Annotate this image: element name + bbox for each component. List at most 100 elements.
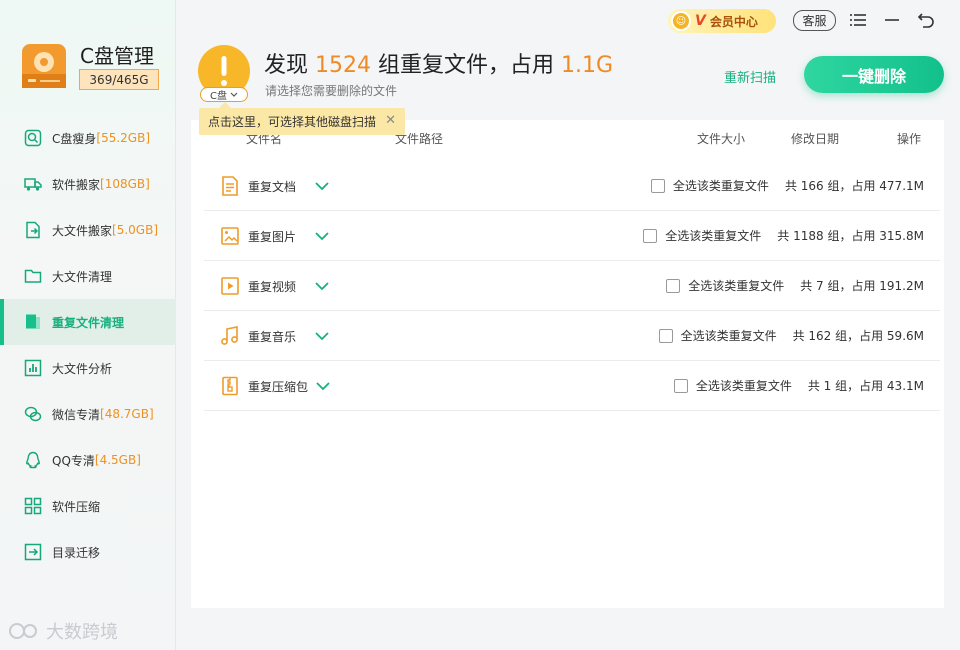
row-actions: 全选该类重复文件 共 1 组，占用 43.1M <box>673 377 924 394</box>
chevron-down-icon[interactable] <box>314 328 330 344</box>
sidebar-item-bigfile-clean[interactable]: 大文件清理 <box>0 253 176 299</box>
vip-v-mark: V <box>695 13 706 29</box>
zip-icon <box>222 376 238 396</box>
chart-icon <box>24 359 42 377</box>
file-move-icon <box>26 221 40 239</box>
compress-icon <box>24 497 42 515</box>
sidebar-item-size: [4.5GB] <box>94 453 141 467</box>
chevron-down-icon[interactable] <box>314 278 330 294</box>
column-header-action: 操作 <box>897 132 922 146</box>
select-all-checkbox[interactable] <box>673 378 688 393</box>
customer-service-button[interactable]: 客服 <box>793 10 836 31</box>
sidebar-item-wechat[interactable]: 微信专清 [48.7GB] <box>0 391 176 437</box>
sidebar-item-label: 大文件分析 <box>52 361 113 376</box>
table-row[interactable]: 重复视频 全选该类重复文件 共 7 组，占用 191.2M <box>204 261 940 311</box>
sidebar-item-bigfile-move[interactable]: 大文件搬家 [5.0GB] <box>0 207 176 253</box>
row-actions: 全选该类重复文件 共 166 组，占用 477.1M <box>650 177 924 194</box>
drive-tip-tooltip: 点击这里，可选择其他磁盘扫描 ✕ <box>199 102 405 135</box>
select-all-checkbox[interactable] <box>643 228 658 243</box>
sidebar-item-size: [108GB] <box>100 177 150 191</box>
sidebar-item-label: 目录迁移 <box>52 545 101 560</box>
tooltip-text: 点击这里，可选择其他磁盘扫描 <box>208 115 377 129</box>
chevron-down-icon[interactable] <box>314 178 330 194</box>
table-row[interactable]: 重复压缩包 全选该类重复文件 共 1 组，占用 43.1M <box>204 361 940 411</box>
sidebar-item-software-move[interactable]: 软件搬家 [108GB] <box>0 161 176 207</box>
sidebar-item-label: QQ专清 <box>52 453 95 468</box>
row-name: 重复视频 <box>248 280 297 294</box>
table-row[interactable]: 重复音乐 全选该类重复文件 共 162 组，占用 59.6M <box>204 311 940 361</box>
folder-icon <box>24 269 42 283</box>
sidebar-item-label: 重复文件清理 <box>52 315 125 330</box>
rescan-link[interactable]: 重新扫描 <box>724 67 776 86</box>
vip-center-button[interactable]: ☺ V 会员中心 <box>668 9 776 33</box>
column-header-size: 文件大小 <box>697 132 746 146</box>
select-all-checkbox[interactable] <box>658 328 673 343</box>
row-name: 重复图片 <box>248 230 297 244</box>
vip-center-label: 会员中心 <box>709 14 758 29</box>
select-all-label[interactable]: 全选该类重复文件 <box>673 177 769 194</box>
sidebar-item-size: [5.0GB] <box>112 223 158 237</box>
headline-middle: 组重复文件，占用 <box>371 53 561 78</box>
table-row[interactable]: 重复文档 全选该类重复文件 共 166 组，占用 477.1M <box>204 161 940 211</box>
column-header-date: 修改日期 <box>791 132 840 146</box>
row-actions: 全选该类重复文件 共 7 组，占用 191.2M <box>666 277 924 294</box>
qq-icon <box>25 451 41 469</box>
select-all-label[interactable]: 全选该类重复文件 <box>665 227 761 244</box>
duplicate-total-size: 1.1G <box>561 53 614 78</box>
migrate-icon <box>24 543 42 561</box>
select-all-label[interactable]: 全选该类重复文件 <box>688 277 784 294</box>
sidebar-item-compress[interactable]: 软件压缩 <box>0 483 176 529</box>
app-title: C盘管理 <box>80 44 154 68</box>
duplicate-icon <box>26 314 40 329</box>
select-all-checkbox[interactable] <box>666 278 681 293</box>
select-all-label[interactable]: 全选该类重复文件 <box>696 377 792 394</box>
sidebar-nav: C盘瘦身 [55.2GB] 软件搬家 [108GB] 大文件搬家 [5.0GB] 大文… <box>0 115 176 575</box>
disk-logo-icon <box>22 44 66 88</box>
sidebar-item-bigfile-analysis[interactable]: 大文件分析 <box>0 345 176 391</box>
row-actions: 全选该类重复文件 共 1188 组，占用 315.8M <box>643 227 924 244</box>
headline-prefix: 发现 <box>264 53 315 78</box>
drive-label: C盘 <box>210 91 227 102</box>
sidebar-item-qq[interactable]: QQ专清 [4.5GB] <box>0 437 176 483</box>
image-icon <box>221 227 239 245</box>
result-headline: 发现 1524 组重复文件，占用 1.1G <box>264 47 613 79</box>
sidebar-item-label: 软件搬家 <box>52 177 101 192</box>
document-icon <box>222 176 238 196</box>
sidebar-item-label: 大文件清理 <box>52 269 113 284</box>
music-icon <box>221 326 238 345</box>
broom-icon <box>24 129 42 147</box>
row-summary: 共 1188 组，占用 315.8M <box>777 229 924 243</box>
select-all-checkbox[interactable] <box>650 178 665 193</box>
sidebar-item-label: 大文件搬家 <box>52 223 113 238</box>
disk-usage-bar: 369/465G <box>79 69 159 90</box>
row-summary: 共 7 组，占用 191.2M <box>800 279 924 293</box>
truck-icon <box>24 178 42 191</box>
row-summary: 共 162 组，占用 59.6M <box>792 329 924 343</box>
sidebar-item-size: [55.2GB] <box>96 131 151 145</box>
table-row[interactable]: 重复图片 全选该类重复文件 共 1188 组，占用 315.8M <box>204 211 940 261</box>
sidebar-item-duplicate-clean[interactable]: 重复文件清理 <box>0 299 176 345</box>
close-icon[interactable]: ✕ <box>385 113 396 128</box>
sidebar-item-c-slim[interactable]: C盘瘦身 [55.2GB] <box>0 115 176 161</box>
duplicate-group-count: 1524 <box>315 53 371 78</box>
sidebar-item-label: C盘瘦身 <box>52 131 97 146</box>
sidebar-item-dir-migrate[interactable]: 目录迁移 <box>0 529 176 575</box>
minimize-icon[interactable] <box>883 11 901 29</box>
select-all-label[interactable]: 全选该类重复文件 <box>681 327 777 344</box>
sidebar: C盘管理 369/465G C盘瘦身 [55.2GB] 软件搬家 [108GB] 大… <box>0 0 176 650</box>
drive-selector[interactable]: C盘 <box>200 87 248 102</box>
delete-all-button[interactable]: 一键删除 <box>804 56 944 93</box>
chevron-down-icon[interactable] <box>315 378 331 394</box>
row-actions: 全选该类重复文件 共 162 组，占用 59.6M <box>658 327 924 344</box>
result-subtitle: 请选择您需要删除的文件 <box>265 84 398 98</box>
wechat-icon <box>24 406 42 422</box>
sidebar-item-label: 微信专清 <box>52 407 101 422</box>
back-icon[interactable] <box>917 11 935 29</box>
vip-avatar-icon: ☺ <box>671 11 691 31</box>
row-summary: 共 1 组，占用 43.1M <box>807 379 924 393</box>
sidebar-item-size: [48.7GB] <box>100 407 154 421</box>
chevron-down-icon[interactable] <box>314 228 330 244</box>
menu-icon[interactable] <box>849 11 867 29</box>
row-name: 重复文档 <box>248 180 297 194</box>
watermark: 大数跨境 <box>8 618 118 644</box>
